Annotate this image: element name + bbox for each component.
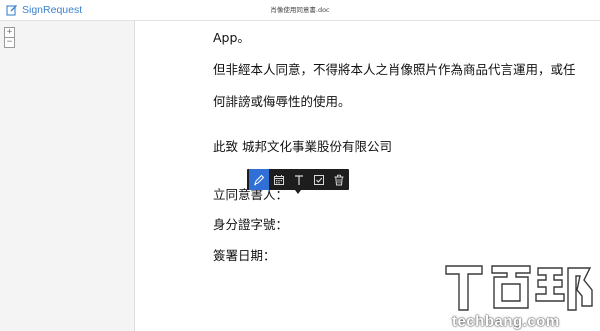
checkbox-tool-button[interactable] — [309, 169, 329, 190]
trash-icon — [334, 174, 344, 185]
sidebar — [0, 21, 135, 331]
toolbar-caret — [295, 190, 301, 194]
id-number-label: 身分證字號： — [213, 217, 289, 232]
zoom-out-button[interactable]: − — [4, 37, 15, 48]
document-line: 此致 城邦文化事業股份有限公司 — [213, 139, 392, 154]
document-line: 但非經本人同意，不得將本人之肖像照片作為商品代言運用，或任 — [213, 62, 576, 77]
signature-toolbar — [247, 169, 349, 190]
top-bar: SignRequest 肖像使用同意書.doc — [0, 0, 600, 21]
text-tool-button[interactable] — [289, 169, 309, 190]
calendar-icon — [274, 174, 284, 185]
pen-icon — [254, 174, 265, 185]
document-line: 何誹謗或侮辱性的使用。 — [213, 94, 351, 109]
delete-tool-button[interactable] — [329, 169, 349, 190]
sign-date-label: 簽署日期： — [213, 248, 276, 263]
document-title: 肖像使用同意書.doc — [270, 6, 330, 14]
pen-tool-button[interactable] — [249, 169, 269, 190]
date-tool-button[interactable] — [269, 169, 289, 190]
text-icon — [295, 174, 303, 185]
document-line: App。 — [213, 30, 250, 45]
checkbox-icon — [314, 174, 324, 185]
watermark-url: techbang.com — [452, 313, 560, 330]
